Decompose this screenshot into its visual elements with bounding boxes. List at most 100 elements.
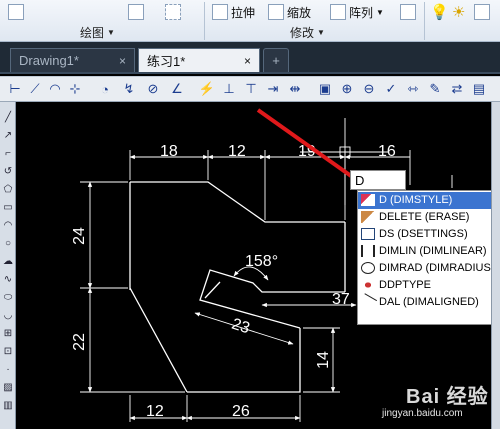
stretch-icon — [212, 4, 228, 20]
rotate-icon[interactable]: ↺ — [1, 164, 15, 178]
sun-icon: ☀ — [452, 4, 466, 21]
dimension-style-icon[interactable]: ▤ — [470, 80, 488, 98]
dim-aligned: 23 — [229, 316, 251, 338]
suggestion-dimaligned[interactable]: DAL (DIMALIGNED) — [358, 293, 499, 311]
suggestion-dsettings[interactable]: DS (DSETTINGS) — [358, 226, 499, 243]
dim-left-1: 24 — [71, 227, 88, 245]
radius-dimension-icon[interactable]: ◔ — [96, 80, 114, 98]
gradient-icon[interactable]: ▥ — [1, 398, 15, 412]
update-dimension-icon[interactable]: ⇄ — [448, 80, 466, 98]
table-icon — [128, 4, 144, 20]
dim-mid: 37 — [332, 291, 350, 308]
point-icon[interactable]: · — [1, 362, 15, 376]
suggestion-dimradius[interactable]: DIMRAD (DIMRADIUS) — [358, 260, 499, 277]
diameter-dimension-icon[interactable]: ⊘ — [144, 80, 162, 98]
tab-label: 练习1* — [147, 54, 186, 69]
suggestion-ddptype[interactable]: DDPTYPE — [358, 277, 499, 294]
dimension-space-icon[interactable]: ⇥ — [264, 80, 282, 98]
light-bulb-icon: 💡 — [430, 4, 449, 21]
quick-dimension-icon[interactable]: ⚡ — [198, 80, 216, 98]
tab-drawing1[interactable]: Drawing1* × — [10, 48, 135, 72]
array-icon — [330, 4, 346, 20]
line-icon[interactable]: ╱ — [1, 110, 15, 124]
layer-icon — [8, 4, 24, 20]
region-tool-button[interactable] — [165, 2, 181, 22]
ellipse-arc-icon[interactable]: ◡ — [1, 308, 15, 322]
dimlinear-icon — [361, 245, 375, 258]
linear-dimension-icon[interactable]: ⊢ — [6, 80, 24, 98]
new-tab-button[interactable]: + — [263, 48, 289, 72]
close-icon[interactable]: × — [119, 54, 126, 68]
jogged-dimension-icon[interactable]: ↯ — [120, 80, 138, 98]
dimaligned-icon — [358, 293, 378, 311]
arc-length-icon[interactable]: ◠ — [46, 80, 64, 98]
chevron-down-icon: ▼ — [376, 7, 384, 17]
vertical-scrollbar[interactable] — [491, 102, 500, 429]
ellipse-icon[interactable]: ⬭ — [1, 290, 15, 304]
edit-text-icon[interactable]: ✎ — [426, 80, 444, 98]
polygon-icon[interactable]: ⬠ — [1, 182, 15, 196]
scale-button[interactable]: 缩放 — [268, 2, 311, 22]
plus-icon: + — [272, 53, 280, 68]
draw-palette: ╱ ↗ ⌐ ↺ ⬠ ▭ ◠ ○ ☁ ∿ ⬭ ◡ ⊞ ⊡ · ▨ ▥ — [0, 102, 16, 429]
dim-top-4: 16 — [378, 143, 396, 160]
circle-icon[interactable]: ○ — [1, 236, 15, 250]
scale-icon — [268, 4, 284, 20]
tab-label: Drawing1* — [19, 53, 79, 68]
ribbon-separator — [204, 2, 205, 40]
spline-icon[interactable]: ∿ — [1, 272, 15, 286]
aligned-dimension-icon[interactable]: ⟋ — [26, 80, 44, 98]
suggestion-erase[interactable]: DELETE (ERASE) — [358, 209, 499, 226]
suggestion-dimlinear[interactable]: DIMLIN (DIMLINEAR) — [358, 243, 499, 260]
part-outline — [129, 181, 346, 393]
baseline-dimension-icon[interactable]: ⊥ — [220, 80, 238, 98]
ddptype-icon — [361, 279, 375, 292]
draw-group-label[interactable]: 绘图 ▼ — [80, 25, 115, 40]
autocomplete-list: D (DIMSTYLE) DELETE (ERASE) DS (DSETTING… — [357, 190, 500, 325]
construction-line-icon[interactable]: ↗ — [1, 128, 15, 142]
edit-dimension-icon[interactable]: ⇿ — [404, 80, 422, 98]
continue-dimension-icon[interactable]: ⊤ — [242, 80, 260, 98]
cloud-icon[interactable]: ☁ — [1, 254, 15, 268]
command-input[interactable]: D — [350, 170, 406, 190]
draw-tool-button-2[interactable] — [128, 2, 144, 22]
dim-angle: 158° — [245, 253, 278, 270]
arc-icon[interactable]: ◠ — [1, 218, 15, 232]
dim-left-2: 22 — [71, 333, 88, 351]
jogged-linear-icon[interactable]: ✓ — [382, 80, 400, 98]
array-label: 阵列 — [349, 5, 374, 20]
chevron-down-icon: ▼ — [317, 28, 325, 37]
erase-icon — [361, 211, 375, 224]
light-bulb-button[interactable]: 💡 — [430, 2, 449, 22]
document-tab-strip: Drawing1* × 练习1* × + — [0, 42, 500, 74]
dim-bottom-1: 12 — [146, 403, 164, 420]
layer-color-button[interactable] — [474, 2, 490, 22]
dimension-break-icon[interactable]: ⇹ — [286, 80, 304, 98]
polyline-icon[interactable]: ⌐ — [1, 146, 15, 160]
tab-practice1[interactable]: 练习1* × — [138, 48, 260, 72]
layer-state-button[interactable] — [400, 2, 416, 22]
array-button[interactable]: 阵列 ▼ — [330, 2, 384, 22]
make-block-icon[interactable]: ⊡ — [1, 344, 15, 358]
inspect-icon[interactable]: ⊖ — [360, 80, 378, 98]
close-icon[interactable]: × — [244, 54, 251, 68]
ribbon-separator — [424, 2, 425, 40]
sun-button[interactable]: ☀ — [452, 2, 465, 22]
suggestion-dimstyle[interactable]: D (DIMSTYLE) — [358, 192, 499, 209]
draw-tool-button[interactable] — [8, 2, 24, 22]
ordinate-dimension-icon[interactable]: ⊹ — [66, 80, 84, 98]
modify-group-label[interactable]: 修改 ▼ — [290, 25, 325, 40]
insert-block-icon[interactable]: ⊞ — [1, 326, 15, 340]
hatch-icon[interactable]: ▨ — [1, 380, 15, 394]
chevron-down-icon: ▼ — [107, 28, 115, 37]
dim-top-2: 12 — [228, 143, 246, 160]
tolerance-icon[interactable]: ▣ — [316, 80, 334, 98]
stretch-button[interactable]: 拉伸 — [212, 2, 255, 22]
dimension-toolbar: ⊢ ⟋ ◠ ⊹ ◔ ↯ ⊘ ∠ ⚡ ⊥ ⊤ ⇥ ⇹ ▣ ⊕ ⊖ ✓ ⇿ ✎ ⇄ … — [0, 76, 500, 102]
dim-top-1: 18 — [160, 143, 178, 160]
center-mark-icon[interactable]: ⊕ — [338, 80, 356, 98]
scale-label: 缩放 — [287, 5, 312, 20]
rectangle-icon[interactable]: ▭ — [1, 200, 15, 214]
angular-dimension-icon[interactable]: ∠ — [168, 80, 186, 98]
layer-state-icon — [400, 4, 416, 20]
